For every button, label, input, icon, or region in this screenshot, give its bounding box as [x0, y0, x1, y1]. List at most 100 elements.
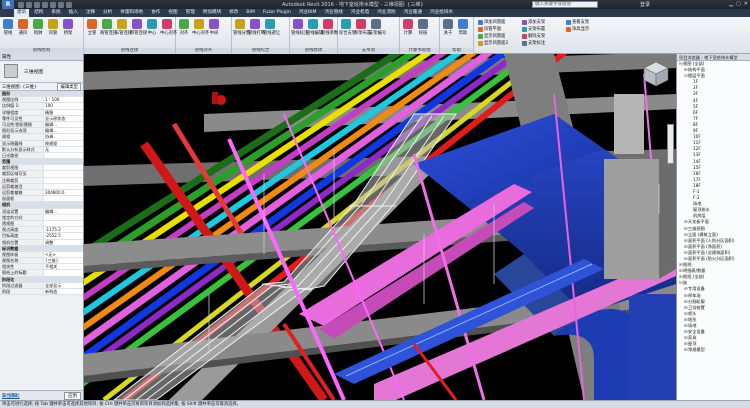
ribbon-button[interactable]: 中间	[207, 19, 221, 36]
search-input[interactable]: 键入关键字或短语	[532, 1, 598, 8]
property-value[interactable]: 1 : 100	[43, 97, 83, 103]
tab-9[interactable]: 管理	[183, 9, 198, 17]
navigation-bar[interactable]	[667, 124, 674, 164]
property-value[interactable]: 不相关	[43, 264, 83, 270]
ribbon-button[interactable]: 关于	[441, 19, 455, 36]
ribbon-small-button[interactable]: 添加风管面	[478, 19, 505, 25]
redo-icon[interactable]	[42, 1, 48, 8]
login-button[interactable]: 登录	[640, 1, 650, 8]
tab-6[interactable]: 体量和场地	[117, 9, 146, 17]
property-value[interactable]: 调整	[43, 239, 83, 245]
ribbon-small-button[interactable]: 显示风管面2	[478, 40, 508, 46]
property-value[interactable]: 按规程	[43, 140, 83, 146]
ribbon-button[interactable]: 三管连接	[115, 19, 132, 36]
application-menu-button[interactable]: R	[2, 0, 14, 9]
ribbon-button[interactable]: 通风	[16, 19, 30, 36]
property-value[interactable]	[43, 270, 83, 276]
ribbon-button[interactable]: 管线标注	[291, 19, 308, 36]
ribbon-button[interactable]: 桥架	[61, 19, 75, 36]
tab-4[interactable]: 注释	[83, 9, 98, 17]
property-value[interactable]: -1175.2	[43, 227, 83, 233]
close-icon[interactable]: ✕	[744, 1, 748, 7]
property-value[interactable]: 编辑...	[43, 208, 83, 214]
ribbon-button[interactable]: 中心	[145, 19, 159, 36]
ribbon-button[interactable]: 校核	[416, 19, 430, 36]
property-value[interactable]: 无	[43, 146, 83, 152]
edit-type-button[interactable]: 编辑类型	[57, 82, 81, 91]
type-selector[interactable]: 三维视图	[0, 61, 83, 83]
tab-11[interactable]: 修改	[226, 9, 241, 17]
3d-viewport[interactable]	[84, 54, 676, 400]
model-scene[interactable]	[84, 54, 676, 400]
property-value[interactable]	[43, 171, 83, 177]
property-value[interactable]	[43, 196, 83, 202]
tab-18[interactable]: 鸿业暖通	[401, 9, 425, 17]
tab-5[interactable]: 分析	[100, 9, 115, 17]
tab-17[interactable]: 鸿业消防	[374, 9, 398, 17]
ribbon-button[interactable]: 管线分割	[233, 19, 250, 36]
ribbon-small-button[interactable]: 净高显示	[566, 26, 589, 32]
ribbon-button[interactable]: 计算	[401, 19, 415, 36]
tab-7[interactable]: 协作	[148, 9, 163, 17]
ribbon-button[interactable]: 支架编号	[369, 19, 386, 36]
tab-10[interactable]: 附加模块	[200, 9, 224, 17]
tab-14[interactable]: 鸿业BIM	[296, 9, 320, 17]
property-value[interactable]: 304800.0	[43, 190, 83, 196]
ribbon-small-button[interactable]: 显示风管面	[478, 33, 505, 39]
ribbon-button[interactable]: 两管连接	[100, 19, 117, 36]
tab-15[interactable]: 鸿业管线	[322, 9, 346, 17]
tab-13[interactable]: Fuzor Plugin	[260, 9, 294, 17]
property-value[interactable]: 显示原状态	[43, 115, 83, 121]
ribbon-button[interactable]: 风管	[46, 19, 60, 36]
ribbon-button[interactable]: 管线打断	[248, 19, 265, 36]
minimize-icon[interactable]: ▁	[729, 1, 733, 7]
ribbon-button[interactable]: 中心对齐	[192, 19, 209, 36]
ribbon-small-button[interactable]: 查看支架	[566, 19, 589, 25]
maximize-icon[interactable]: ▢	[736, 1, 741, 7]
ribbon-small-button[interactable]: 删除支架	[522, 33, 545, 39]
property-value[interactable]: {三维}	[43, 258, 83, 264]
save-icon[interactable]	[26, 1, 32, 8]
property-value[interactable]: 编辑...	[43, 128, 83, 134]
tab-16[interactable]: 鸿业机电	[348, 9, 372, 17]
ribbon-button[interactable]: 管线编辑	[306, 19, 323, 36]
tab-3[interactable]: 插入	[66, 9, 81, 17]
property-value[interactable]	[43, 183, 83, 189]
property-value[interactable]: 100	[43, 103, 83, 109]
ribbon-button[interactable]: 喷淋	[31, 19, 45, 36]
tab-8[interactable]: 视图	[165, 9, 180, 17]
ribbon-button[interactable]: 管线参数	[321, 19, 338, 36]
instance-selector[interactable]: 三维视图: {三维}	[2, 84, 37, 90]
property-value[interactable]: -2552.5	[43, 233, 83, 239]
ribbon-button[interactable]: 对齐	[177, 19, 191, 36]
ribbon-button[interactable]: 综合支架	[339, 19, 356, 36]
property-value[interactable]: 新构造	[43, 289, 83, 295]
tab-0[interactable]: 建筑	[14, 9, 30, 17]
property-value[interactable]: 编辑...	[43, 121, 83, 128]
tab-1[interactable]: 结构	[31, 9, 46, 17]
property-value[interactable]	[43, 152, 83, 159]
ribbon-small-button[interactable]: 风管平面	[478, 26, 501, 32]
ribbon-small-button[interactable]: 添加支架	[522, 19, 545, 25]
ribbon-button[interactable]: 中心对齐	[160, 19, 177, 36]
undo-icon[interactable]	[34, 1, 40, 8]
tab-12[interactable]: BIM	[243, 9, 257, 17]
ribbon-button[interactable]: 管线	[1, 19, 15, 36]
property-value[interactable]: 全部显示	[43, 282, 83, 288]
3d-view-icon[interactable]	[66, 1, 72, 8]
ribbon-button[interactable]: 帮助	[456, 19, 470, 36]
property-value[interactable]	[43, 220, 83, 227]
tab-2[interactable]: 系统	[48, 9, 63, 17]
ribbon-button[interactable]: 吊架布置	[354, 19, 371, 36]
ribbon-small-button[interactable]: 支架标注	[522, 40, 545, 46]
tree-item[interactable]: ⊞常规模型	[677, 347, 750, 353]
tab-19[interactable]: 鸿业给排水	[427, 9, 456, 17]
property-value[interactable]: <无>	[43, 251, 83, 258]
ribbon-button[interactable]: 管线避让	[263, 19, 280, 36]
ribbon-small-button[interactable]: 支架布置	[522, 26, 545, 32]
view-scale[interactable]: 1 : 100	[2, 394, 17, 399]
property-value[interactable]	[43, 214, 83, 220]
ribbon-button[interactable]: 立管	[85, 19, 99, 36]
measure-icon[interactable]	[58, 1, 64, 8]
property-value[interactable]: 协调	[43, 134, 83, 140]
